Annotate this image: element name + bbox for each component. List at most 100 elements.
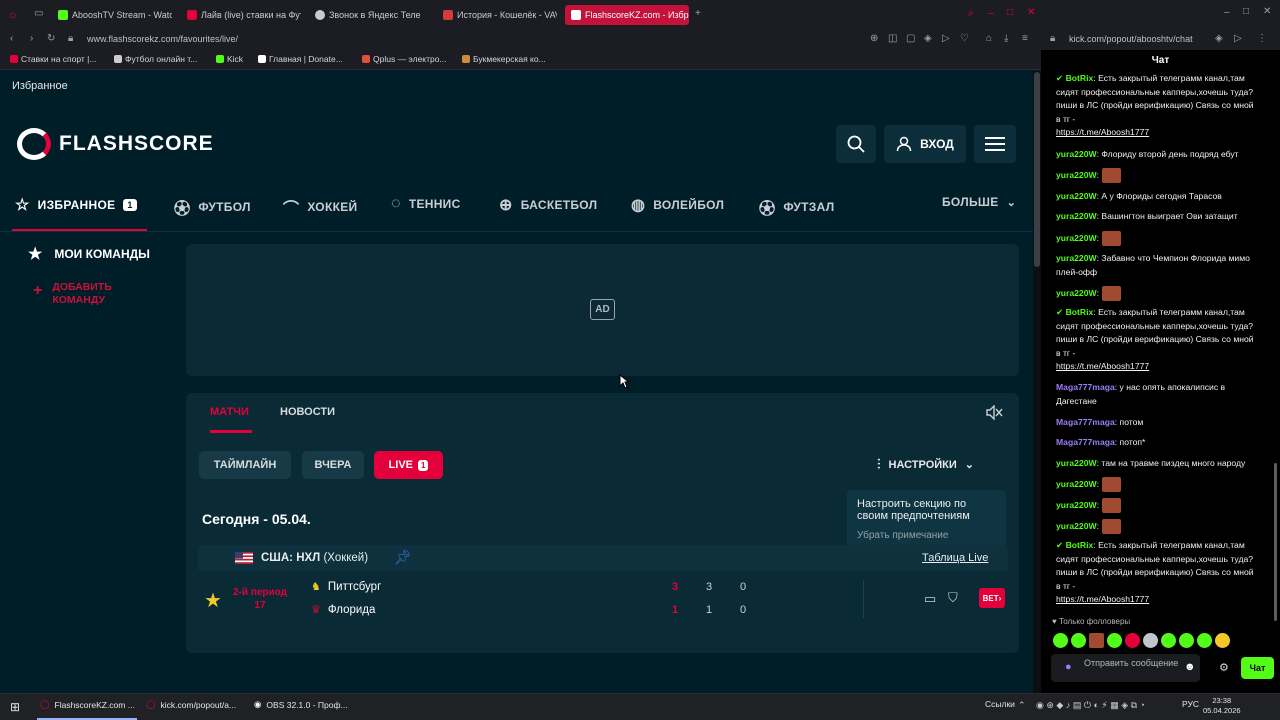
emote-icon[interactable]: [1107, 633, 1122, 648]
chat-username[interactable]: yura220W: [1056, 170, 1097, 180]
chat-username[interactable]: Maga777maga: [1056, 437, 1115, 447]
bookmark-item[interactable]: Qplus — электро...: [362, 54, 447, 64]
emote-icon[interactable]: [1215, 633, 1230, 648]
nav-hockey[interactable]: ⌒ ХОККЕЙ: [283, 195, 357, 219]
search-tabs-icon[interactable]: ⌕: [968, 8, 974, 19]
shield-icon[interactable]: ◈: [1215, 33, 1223, 44]
pin-icon[interactable]: 📌︎: [394, 549, 412, 566]
emote-icon[interactable]: [1161, 633, 1176, 648]
emoji-icon[interactable]: ☻: [1184, 661, 1196, 673]
download-icon[interactable]: ⤓: [1004, 33, 1008, 44]
bookmark-item[interactable]: Букмекерская ко...: [462, 54, 546, 64]
taskbar-item-kick[interactable]: ◯ kick.com/popout/a...: [146, 699, 236, 710]
chat-username[interactable]: BotRix: [1066, 73, 1094, 83]
chat-username[interactable]: BotRix: [1066, 540, 1094, 550]
filter-timeline-button[interactable]: ТАЙМЛАЙН: [199, 451, 291, 479]
chat-scrollbar[interactable]: [1274, 463, 1277, 621]
emote-icon[interactable]: [1125, 633, 1140, 648]
popup-maximize-icon[interactable]: □: [1243, 6, 1249, 17]
tray-icons[interactable]: ◉ ⊕ ◆ ♪ ▤ ⏻ ◐ ⚡︎ ▦ ◈ ⧉ ◔: [1036, 700, 1145, 711]
nav-volleyball[interactable]: ◍ ВОЛЕЙБОЛ: [631, 195, 724, 215]
chat-username[interactable]: yura220W: [1056, 288, 1097, 298]
filter-live-button[interactable]: LIVE 1: [374, 451, 443, 479]
bookmark-item[interactable]: Главная | Donate...: [258, 54, 343, 64]
tab-live-bets[interactable]: Лайв (live) ставки на Фут: [181, 5, 301, 25]
popup-close-icon[interactable]: ✕: [1263, 6, 1271, 17]
url-field[interactable]: www.flashscorekz.com/favourites/live/: [87, 34, 238, 44]
dismiss-tooltip-link[interactable]: Убрать примечание: [857, 530, 996, 541]
nav-more[interactable]: БОЛЬШЕ ⌄: [942, 195, 1016, 209]
heart-icon[interactable]: ♡: [960, 33, 969, 44]
chat-send-button[interactable]: Чат: [1241, 657, 1274, 679]
nav-football[interactable]: ⚽︎ ФУТБОЛ: [174, 195, 251, 219]
bookmark-item[interactable]: Ставки на спорт |...: [10, 54, 96, 64]
taskbar-item-flashscore[interactable]: ◯ FlashscoreKZ.com ...: [40, 699, 135, 710]
page-scrollbar-thumb[interactable]: [1034, 72, 1040, 267]
forward-icon[interactable]: ›: [30, 33, 33, 44]
home-team[interactable]: ♞ Питтсбург: [311, 580, 381, 594]
tab-wallet-history[interactable]: История - Кошелёк - VAV: [437, 5, 557, 25]
league-name[interactable]: США: НХЛ (Хоккей): [261, 552, 368, 564]
live-table-link[interactable]: Таблица Live: [922, 552, 988, 564]
chat-username[interactable]: yura220W: [1056, 191, 1097, 201]
chat-input[interactable]: ● Отправить сообщение ☻: [1051, 654, 1200, 682]
more-icon[interactable]: ⋮: [1257, 33, 1267, 44]
emote-icon[interactable]: [1197, 633, 1212, 648]
emote-icon[interactable]: [1179, 633, 1194, 648]
send-icon[interactable]: ▷: [1234, 33, 1242, 44]
login-button[interactable]: ВХОД: [884, 125, 966, 163]
nav-tennis[interactable]: ◌ ТЕННИС: [391, 195, 461, 213]
away-team[interactable]: ♛ Флорида: [311, 603, 375, 617]
tab-yandex-call[interactable]: Звонок в Яндекс Теле: [309, 5, 431, 25]
chat-username[interactable]: yura220W: [1056, 479, 1097, 489]
chat-link[interactable]: https://t.me/Aboosh1777: [1056, 127, 1149, 137]
chat-username[interactable]: yura220W: [1056, 233, 1097, 243]
bookmark-item[interactable]: Kick: [216, 54, 243, 64]
bag-icon[interactable]: ⌂: [986, 33, 992, 44]
maximize-icon[interactable]: □: [1007, 7, 1013, 18]
favorite-star-icon[interactable]: ★: [204, 588, 222, 613]
tab-flashscore-active[interactable]: FlashscoreKZ.com - Избр: [565, 5, 689, 25]
send-icon[interactable]: ▷: [942, 33, 950, 44]
emote-icon[interactable]: [1089, 633, 1104, 648]
chat-username[interactable]: yura220W: [1056, 149, 1097, 159]
tab-list-icon[interactable]: ▭: [34, 8, 43, 19]
taskbar-links[interactable]: Ссылки: [985, 699, 1015, 709]
chat-link[interactable]: https://t.me/Aboosh1777: [1056, 594, 1149, 604]
flashscore-logo[interactable]: FLASHSCORE: [17, 128, 214, 160]
emote-icon[interactable]: [1071, 633, 1086, 648]
chevron-up-icon[interactable]: ⌃: [1018, 700, 1026, 711]
zoom-icon[interactable]: ⊕: [870, 33, 878, 44]
windows-start-icon[interactable]: ⊞: [10, 700, 20, 714]
snapshot-icon[interactable]: ▢: [906, 33, 915, 44]
gear-icon[interactable]: ⚙︎: [1219, 661, 1229, 674]
chat-username[interactable]: BotRix: [1066, 307, 1094, 317]
nav-basketball[interactable]: ⊕ БАСКЕТБОЛ: [499, 195, 597, 215]
tab-abooshtv[interactable]: AbooshTV Stream - Watch: [52, 5, 172, 25]
popup-minimize-icon[interactable]: –: [1224, 7, 1230, 18]
add-team-button[interactable]: + ДОБАВИТЬ КОМАНДУ: [33, 281, 112, 307]
new-tab-icon[interactable]: +: [695, 8, 701, 19]
tab-news[interactable]: НОВОСТИ: [280, 406, 335, 418]
bookmark-item[interactable]: Футбол онлайн т...: [114, 54, 197, 64]
emote-icon[interactable]: [1053, 633, 1068, 648]
jersey-icon[interactable]: ⛉: [948, 590, 958, 606]
emote-icon[interactable]: [1143, 633, 1158, 648]
keyboard-language[interactable]: РУС: [1182, 699, 1199, 709]
minimize-icon[interactable]: –: [988, 8, 994, 19]
chat-username[interactable]: yura220W: [1056, 521, 1097, 531]
taskbar-item-obs[interactable]: ◉ OBS 32.1.0 - Проф...: [254, 699, 348, 710]
chat-username[interactable]: yura220W: [1056, 211, 1097, 221]
mute-icon[interactable]: [986, 405, 1003, 420]
settings-button[interactable]: ⫶ НАСТРОЙКИ ⌄: [877, 456, 974, 473]
bet-button[interactable]: BET ›: [979, 588, 1005, 608]
search-button[interactable]: [836, 125, 876, 163]
chat-link[interactable]: https://t.me/Aboosh1777: [1056, 361, 1149, 371]
chat-username[interactable]: Maga777maga: [1056, 382, 1115, 392]
nav-favorites[interactable]: ☆ ИЗБРАННОЕ 1: [15, 195, 137, 215]
chat-username[interactable]: Maga777maga: [1056, 417, 1115, 427]
chat-url-field[interactable]: kick.com/popout/abooshtv/chat: [1069, 34, 1193, 44]
clock[interactable]: 23:38 05.04.2026: [1203, 696, 1241, 716]
tv-icon[interactable]: ▭: [924, 591, 936, 607]
hamburger-menu-button[interactable]: [974, 125, 1016, 163]
